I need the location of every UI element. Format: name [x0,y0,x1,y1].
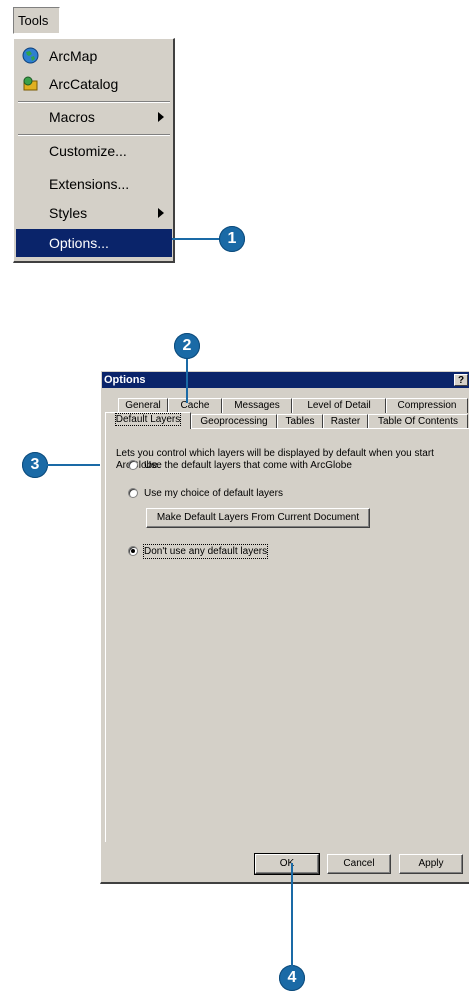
submenu-arrow-icon [158,112,164,122]
dialog-titlebar[interactable]: Options ? [102,372,469,388]
tab-table-of-contents[interactable]: Table Of Contents [368,414,468,429]
dialog-title: Options [104,374,146,386]
tab-general[interactable]: General [118,398,168,413]
menu-item-styles[interactable]: Styles [16,199,172,227]
callout-3-badge: 3 [22,452,48,478]
menu-item-arcmap[interactable]: ArcMap [16,42,172,70]
menu-item-options[interactable]: Options... [16,229,172,257]
callout-2-leader-line [186,359,188,403]
tools-menu-title[interactable]: Tools [13,7,60,34]
options-dialog: Options ? General Cache Messages Level o… [100,370,469,884]
tab-messages[interactable]: Messages [222,398,292,413]
tab-geoprocessing[interactable]: Geoprocessing [191,414,277,429]
tab-cache[interactable]: Cache [168,398,222,413]
tab-tables[interactable]: Tables [277,414,323,429]
menu-separator [18,134,170,136]
radio-dont-use-default-layers[interactable] [128,546,138,556]
tab-raster[interactable]: Raster [323,414,368,429]
callout-1-leader-line [172,238,222,240]
menu-item-customize[interactable]: Customize... [16,137,172,165]
make-default-layers-button[interactable]: Make Default Layers From Current Documen… [146,508,370,528]
help-button[interactable]: ? [454,374,468,386]
submenu-arrow-icon [158,208,164,218]
menu-item-extensions[interactable]: Extensions... [16,170,172,198]
callout-4-leader-line [291,863,293,968]
tab-default-layers[interactable]: Default Layers [105,412,191,429]
cancel-button[interactable]: Cancel [327,854,391,874]
radio-use-my-choice[interactable] [128,488,138,498]
arccatalog-icon [23,76,38,91]
menu-item-macros[interactable]: Macros [16,103,172,131]
callout-1-badge: 1 [219,226,245,252]
menu-item-arccatalog[interactable]: ArcCatalog [16,70,172,98]
radio-use-default-layers[interactable] [128,460,138,470]
tab-compression[interactable]: Compression [386,398,468,413]
tab-level-of-detail[interactable]: Level of Detail [292,398,386,413]
callout-4-badge: 4 [279,965,305,991]
arcmap-globe-icon [22,47,39,64]
tools-dropdown-menu: ArcMap ArcCatalog Macros Customize... Ex… [13,38,175,263]
apply-button[interactable]: Apply [399,854,463,874]
callout-2-badge: 2 [174,333,200,359]
ok-button[interactable]: OK [254,853,320,875]
